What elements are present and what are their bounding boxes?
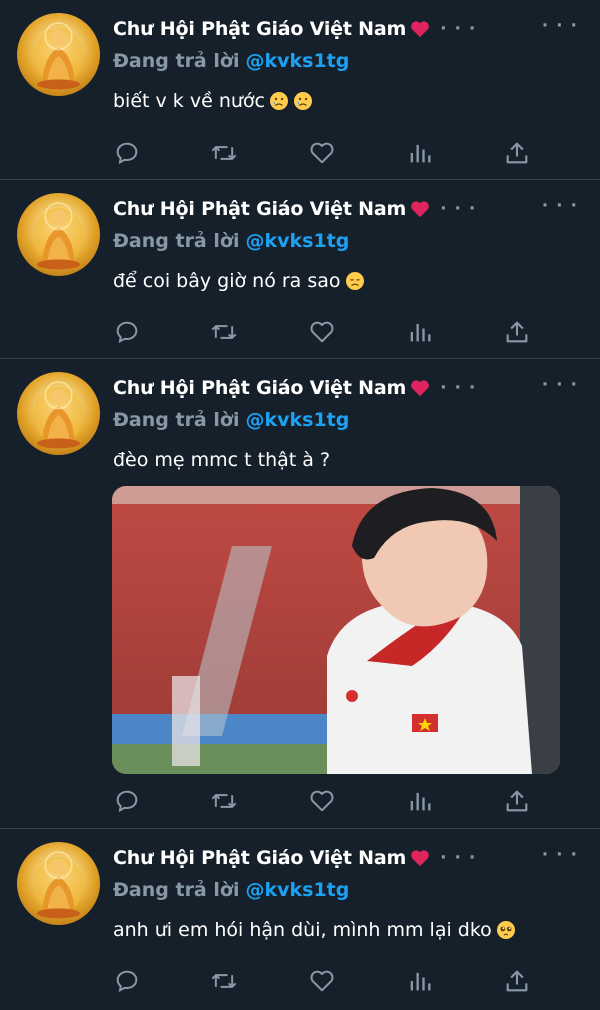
tweet-text: đèo mẹ mmc t thật à ? (113, 449, 331, 471)
crying-face-icon (293, 92, 312, 110)
tweet-actions (113, 967, 533, 995)
reply-icon[interactable] (113, 967, 141, 995)
buddha-avatar-image (33, 202, 84, 270)
more-dots-icon[interactable]: · · · (542, 196, 578, 216)
tweet-text-row: để coi bây giờ nó ra sao (113, 270, 365, 292)
buddha-avatar-image (33, 381, 84, 449)
tweet-actions (113, 787, 533, 815)
tweet[interactable]: Chư Hội Phật Giáo Việt Nam · · · · · · Đ… (0, 0, 600, 180)
reply-context: Đang trả lời @kvks1tg (113, 409, 349, 431)
analytics-icon[interactable] (406, 318, 434, 346)
retweet-icon[interactable] (210, 967, 238, 995)
like-icon[interactable] (308, 787, 336, 815)
reply-handle-link[interactable]: @kvks1tg (246, 879, 350, 901)
tweet-text-row: đèo mẹ mmc t thật à ? (113, 449, 330, 471)
tweet[interactable]: Chư Hội Phật Giáo Việt Nam · · · · · · Đ… (0, 180, 600, 359)
avatar[interactable] (17, 193, 100, 276)
like-icon[interactable] (308, 139, 336, 167)
retweet-icon[interactable] (210, 318, 238, 346)
reply-icon[interactable] (113, 139, 141, 167)
tweet-text-row: biết v k về nước (113, 90, 313, 112)
ellipsis-icon: · · · (440, 199, 477, 219)
tweet-text: anh ưi em hói hận dùi, mình mm lại dko (113, 919, 492, 941)
reply-prefix: Đang trả lời (113, 409, 240, 431)
reply-handle-link[interactable]: @kvks1tg (246, 409, 350, 431)
ellipsis-icon: · · · (440, 848, 477, 868)
share-icon[interactable] (503, 139, 531, 167)
red-heart-icon (411, 850, 429, 867)
like-icon[interactable] (308, 318, 336, 346)
reply-handle-link[interactable]: @kvks1tg (246, 230, 350, 252)
buddha-avatar-image (33, 22, 84, 90)
share-icon[interactable] (503, 318, 531, 346)
analytics-icon[interactable] (406, 967, 434, 995)
pleading-face-icon (496, 921, 515, 939)
ellipsis-icon: · · · (440, 378, 477, 398)
more-dots-icon[interactable]: · · · (542, 16, 578, 36)
reply-prefix: Đang trả lời (113, 50, 240, 72)
author-name[interactable]: Chư Hội Phật Giáo Việt Nam (113, 198, 406, 220)
reply-handle-link[interactable]: @kvks1tg (246, 50, 350, 72)
reply-prefix: Đang trả lời (113, 879, 240, 901)
tweet-text: biết v k về nước (113, 90, 265, 112)
author-name[interactable]: Chư Hội Phật Giáo Việt Nam (113, 847, 406, 869)
tweet[interactable]: Chư Hội Phật Giáo Việt Nam · · · · · · Đ… (0, 359, 600, 829)
tweet-text-row: anh ưi em hói hận dùi, mình mm lại dko (113, 919, 516, 941)
reply-context: Đang trả lời @kvks1tg (113, 879, 349, 901)
author-name[interactable]: Chư Hội Phật Giáo Việt Nam (113, 18, 406, 40)
like-icon[interactable] (308, 967, 336, 995)
share-icon[interactable] (503, 787, 531, 815)
reply-context: Đang trả lời @kvks1tg (113, 50, 349, 72)
tweet-actions (113, 318, 533, 346)
red-heart-icon (411, 380, 429, 397)
more-dots-icon[interactable]: · · · (542, 375, 578, 395)
share-icon[interactable] (503, 967, 531, 995)
tweet-media-image[interactable] (112, 486, 560, 774)
reply-icon[interactable] (113, 787, 141, 815)
reply-context: Đang trả lời @kvks1tg (113, 230, 349, 252)
disappointed-face-icon (345, 272, 364, 290)
more-dots-icon[interactable]: · · · (542, 845, 578, 865)
red-heart-icon (411, 21, 429, 38)
red-heart-icon (411, 201, 429, 218)
analytics-icon[interactable] (406, 139, 434, 167)
tweet[interactable]: Chư Hội Phật Giáo Việt Nam · · · · · · Đ… (0, 829, 600, 1010)
analytics-icon[interactable] (406, 787, 434, 815)
retweet-icon[interactable] (210, 139, 238, 167)
reply-icon[interactable] (113, 318, 141, 346)
reply-prefix: Đang trả lời (113, 230, 240, 252)
avatar[interactable] (17, 372, 100, 455)
retweet-icon[interactable] (210, 787, 238, 815)
tweet-text: để coi bây giờ nó ra sao (113, 270, 341, 292)
buddha-avatar-image (33, 851, 84, 919)
tweet-actions (113, 139, 533, 167)
avatar[interactable] (17, 842, 100, 925)
ellipsis-icon: · · · (440, 19, 477, 39)
avatar[interactable] (17, 13, 100, 96)
author-name[interactable]: Chư Hội Phật Giáo Việt Nam (113, 377, 406, 399)
crying-face-icon (269, 92, 288, 110)
